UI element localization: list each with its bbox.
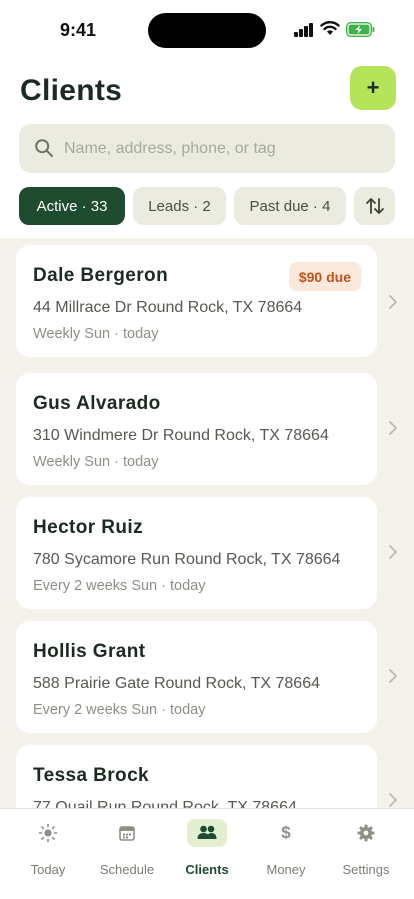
dynamic-island xyxy=(148,13,266,48)
tab-clients[interactable]: Clients xyxy=(169,819,245,879)
chevron-right-icon xyxy=(389,545,397,559)
signal-icon xyxy=(294,23,314,37)
tab-label: Schedule xyxy=(99,862,155,877)
gear-icon xyxy=(357,824,375,842)
client-address: 77 Quail Run Round Rock, TX 78664 xyxy=(33,799,297,808)
tab-bar: Today Schedule Clients $ Money Settings xyxy=(0,808,414,899)
client-schedule: Every 2 weeks Sun · today xyxy=(33,702,206,718)
chevron-right-icon xyxy=(389,669,397,683)
client-name: Hector Ruiz xyxy=(33,517,143,538)
tab-label: Today xyxy=(30,862,66,877)
battery-icon xyxy=(346,22,375,37)
client-card[interactable]: Hollis Grant 588 Prairie Gate Round Rock… xyxy=(16,621,377,733)
tab-label: Settings xyxy=(342,862,390,877)
client-address: 310 Windmere Dr Round Rock, TX 78664 xyxy=(33,427,329,444)
tab-money[interactable]: $ Money xyxy=(248,819,324,879)
search-input[interactable] xyxy=(64,124,384,173)
header: Clients + xyxy=(0,60,414,120)
client-name: Gus Alvarado xyxy=(33,393,161,414)
client-schedule: Every 2 weeks Sun · today xyxy=(33,578,206,594)
page-title: Clients xyxy=(20,74,123,107)
chevron-right-icon xyxy=(389,793,397,807)
sun-icon xyxy=(38,823,58,843)
client-address: 780 Sycamore Run Round Rock, TX 78664 xyxy=(33,551,341,568)
client-card[interactable]: Hector Ruiz 780 Sycamore Run Round Rock,… xyxy=(16,497,377,609)
search-icon xyxy=(35,139,53,157)
client-name: Dale Bergeron xyxy=(33,265,169,286)
client-card[interactable]: Dale Bergeron $90 due 44 Millrace Dr Rou… xyxy=(16,245,377,357)
client-schedule: Weekly Sun · today xyxy=(33,454,159,470)
due-badge: $90 due xyxy=(288,262,361,291)
client-card[interactable]: Tessa Brock 77 Quail Run Round Rock, TX … xyxy=(16,745,377,808)
tab-settings[interactable]: Settings xyxy=(328,819,404,879)
chevron-right-icon xyxy=(389,421,397,435)
calendar-icon xyxy=(119,826,135,841)
chevron-right-icon xyxy=(389,295,397,309)
search-bar[interactable] xyxy=(19,124,395,173)
filter-leads-chip[interactable]: Leads · 2 xyxy=(133,187,226,225)
tab-label: Money xyxy=(266,862,306,877)
tab-today[interactable]: Today xyxy=(10,819,86,879)
client-list[interactable]: Dale Bergeron $90 due 44 Millrace Dr Rou… xyxy=(0,238,414,808)
status-bar: 9:41 xyxy=(0,0,414,60)
client-address: 588 Prairie Gate Round Rock, TX 78664 xyxy=(33,675,320,692)
tab-schedule[interactable]: Schedule xyxy=(89,819,165,879)
dollar-icon: $ xyxy=(281,823,291,842)
filter-past-due-chip[interactable]: Past due · 4 xyxy=(234,187,346,225)
plus-icon: + xyxy=(366,75,380,100)
sort-button[interactable] xyxy=(354,187,395,225)
client-name: Tessa Brock xyxy=(33,765,149,786)
filter-active-chip[interactable]: Active · 33 xyxy=(19,187,125,225)
wifi-icon xyxy=(320,21,340,35)
client-name: Hollis Grant xyxy=(33,641,146,662)
tab-label: Clients xyxy=(185,862,229,877)
client-address: 44 Millrace Dr Round Rock, TX 78664 xyxy=(33,299,303,316)
people-icon xyxy=(197,825,217,839)
client-card[interactable]: Gus Alvarado 310 Windmere Dr Round Rock,… xyxy=(16,373,377,485)
add-client-button[interactable]: + xyxy=(350,66,396,110)
sort-icon xyxy=(365,198,384,214)
client-schedule: Weekly Sun · today xyxy=(33,326,159,342)
status-time: 9:41 xyxy=(60,20,97,40)
